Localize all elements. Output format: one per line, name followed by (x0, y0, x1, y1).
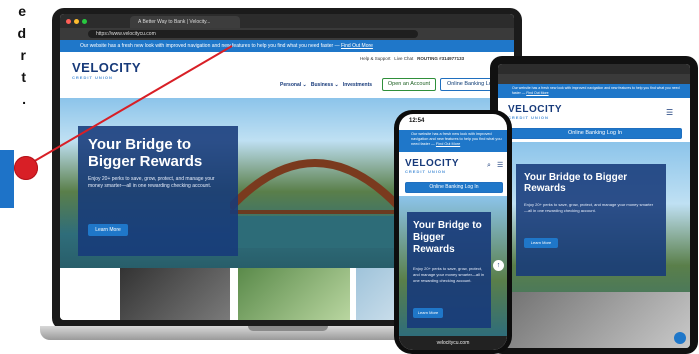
laptop-notch (248, 326, 328, 331)
phone-url-bar[interactable]: velocitycu.com (399, 336, 507, 350)
phone-logo-text: VELOCITY (405, 158, 460, 169)
minimize-window-icon[interactable] (74, 19, 79, 24)
notice-text: Our website has a fresh new look with im… (80, 43, 340, 49)
site-notice-banner: Our website has a fresh new look with im… (60, 40, 514, 52)
nav-business[interactable]: Business (311, 82, 333, 88)
phone-time: 12:54 (409, 118, 425, 124)
caption-line: t (21, 69, 26, 85)
phone-logo-subtext: CREDIT UNION (405, 169, 446, 174)
phone-search-icon[interactable]: ⌕ (487, 162, 491, 170)
tablet-find-out-more-link[interactable]: Find Out More (526, 91, 548, 95)
callout-dot (14, 156, 38, 180)
browser-tabbar: A Better Way to Bank | Velocity... (60, 14, 514, 28)
phone-learn-more-button[interactable]: Learn More (413, 308, 443, 318)
live-chat-link[interactable]: Live Chat (394, 56, 413, 61)
phone-hero-title: Your Bridge to Bigger Rewards (413, 220, 482, 255)
tablet-chat-icon[interactable] (674, 332, 686, 344)
find-out-more-link[interactable]: Find Out More (341, 43, 373, 49)
hero-title: Your Bridge to Bigger Rewards (88, 136, 203, 170)
phone-velocity-logo[interactable]: VELOCITY CREDIT UNION (405, 158, 459, 174)
hero-card: Your Bridge to Bigger Rewards Enjoy 20+ … (78, 126, 238, 256)
caption-line: r (20, 47, 26, 63)
tablet-address-row (498, 74, 690, 84)
caption-line: . (22, 91, 26, 107)
tablet-notice-banner: Our website has a fresh new look with im… (498, 84, 690, 98)
nav-investments[interactable]: Investments (343, 82, 372, 88)
logo-text: VELOCITY (72, 60, 142, 75)
tablet-hero-card: Your Bridge to Bigger Rewards Enjoy 20+ … (516, 164, 666, 276)
tablet-logo-text: VELOCITY (508, 104, 563, 115)
address-bar[interactable]: https://www.velocitycu.com (88, 30, 418, 38)
utility-links: Help & Support Live Chat ROUTING #314977… (360, 56, 464, 61)
tablet-photo-strip (498, 292, 690, 348)
tablet-screen: Our website has a fresh new look with im… (498, 64, 690, 348)
tablet-logo-subtext: CREDIT UNION (508, 115, 549, 120)
caption-line: e (18, 3, 26, 19)
phone-menu-icon[interactable]: ☰ (497, 161, 503, 169)
phone-hero-card: Your Bridge to Bigger Rewards Enjoy 20+ … (407, 212, 491, 328)
scroll-up-icon[interactable]: ↑ (493, 260, 504, 271)
woman-in-car-photo (120, 268, 230, 320)
blue-accent-bar (0, 150, 14, 208)
bridge-image (230, 159, 400, 248)
phone-hero-text: Enjoy 20+ perks to save, grow, protect, … (413, 266, 485, 283)
phone-online-banking-button[interactable]: Online Banking Log In (405, 182, 503, 193)
woman-outdoors-photo (238, 268, 350, 320)
velocity-logo[interactable]: VELOCITY CREDIT UNION (72, 60, 141, 80)
phone-find-out-more-link[interactable]: Find Out More (436, 142, 460, 146)
tablet-hero-title: Your Bridge to Bigger Rewards (524, 172, 628, 194)
main-nav: Personal ⌄ Business ⌄ Investments (280, 82, 373, 88)
tablet-learn-more-button[interactable]: Learn More (524, 238, 558, 248)
routing-number: ROUTING #314977133 (417, 56, 465, 61)
logo-subtext: CREDIT UNION (72, 75, 113, 80)
hero-text: Enjoy 20+ perks to save, grow, protect, … (88, 176, 215, 189)
site-header: VELOCITY CREDIT UNION Help & Support Liv… (60, 52, 514, 98)
caption-line: d (17, 25, 26, 41)
learn-more-button[interactable]: Learn More (88, 224, 128, 236)
tablet-hero-text: Enjoy 20+ perks to save, grow, protect, … (524, 202, 654, 213)
tablet-menu-icon[interactable]: ☰ (666, 108, 673, 117)
tablet-hero: Your Bridge to Bigger Rewards Enjoy 20+ … (498, 142, 690, 348)
maximize-window-icon[interactable] (82, 19, 87, 24)
tablet-online-banking-button[interactable]: Online Banking Log In (508, 128, 682, 139)
open-account-button[interactable]: Open an Account (382, 78, 436, 91)
tablet-velocity-logo[interactable]: VELOCITY CREDIT UNION (508, 104, 562, 120)
phone-hero: Your Bridge to Bigger Rewards Enjoy 20+ … (399, 196, 507, 336)
tablet-browser-bar (498, 64, 690, 74)
browser-tab[interactable]: A Better Way to Bank | Velocity... (130, 16, 240, 28)
phone-notice-banner: Our website has a fresh new look with im… (399, 130, 507, 152)
close-window-icon[interactable] (66, 19, 71, 24)
nav-personal[interactable]: Personal (280, 82, 301, 88)
help-support-link[interactable]: Help & Support (360, 56, 391, 61)
phone-screen: 12:54 Our website has a fresh new look w… (399, 114, 507, 350)
left-caption: e d r t . (0, 0, 30, 150)
